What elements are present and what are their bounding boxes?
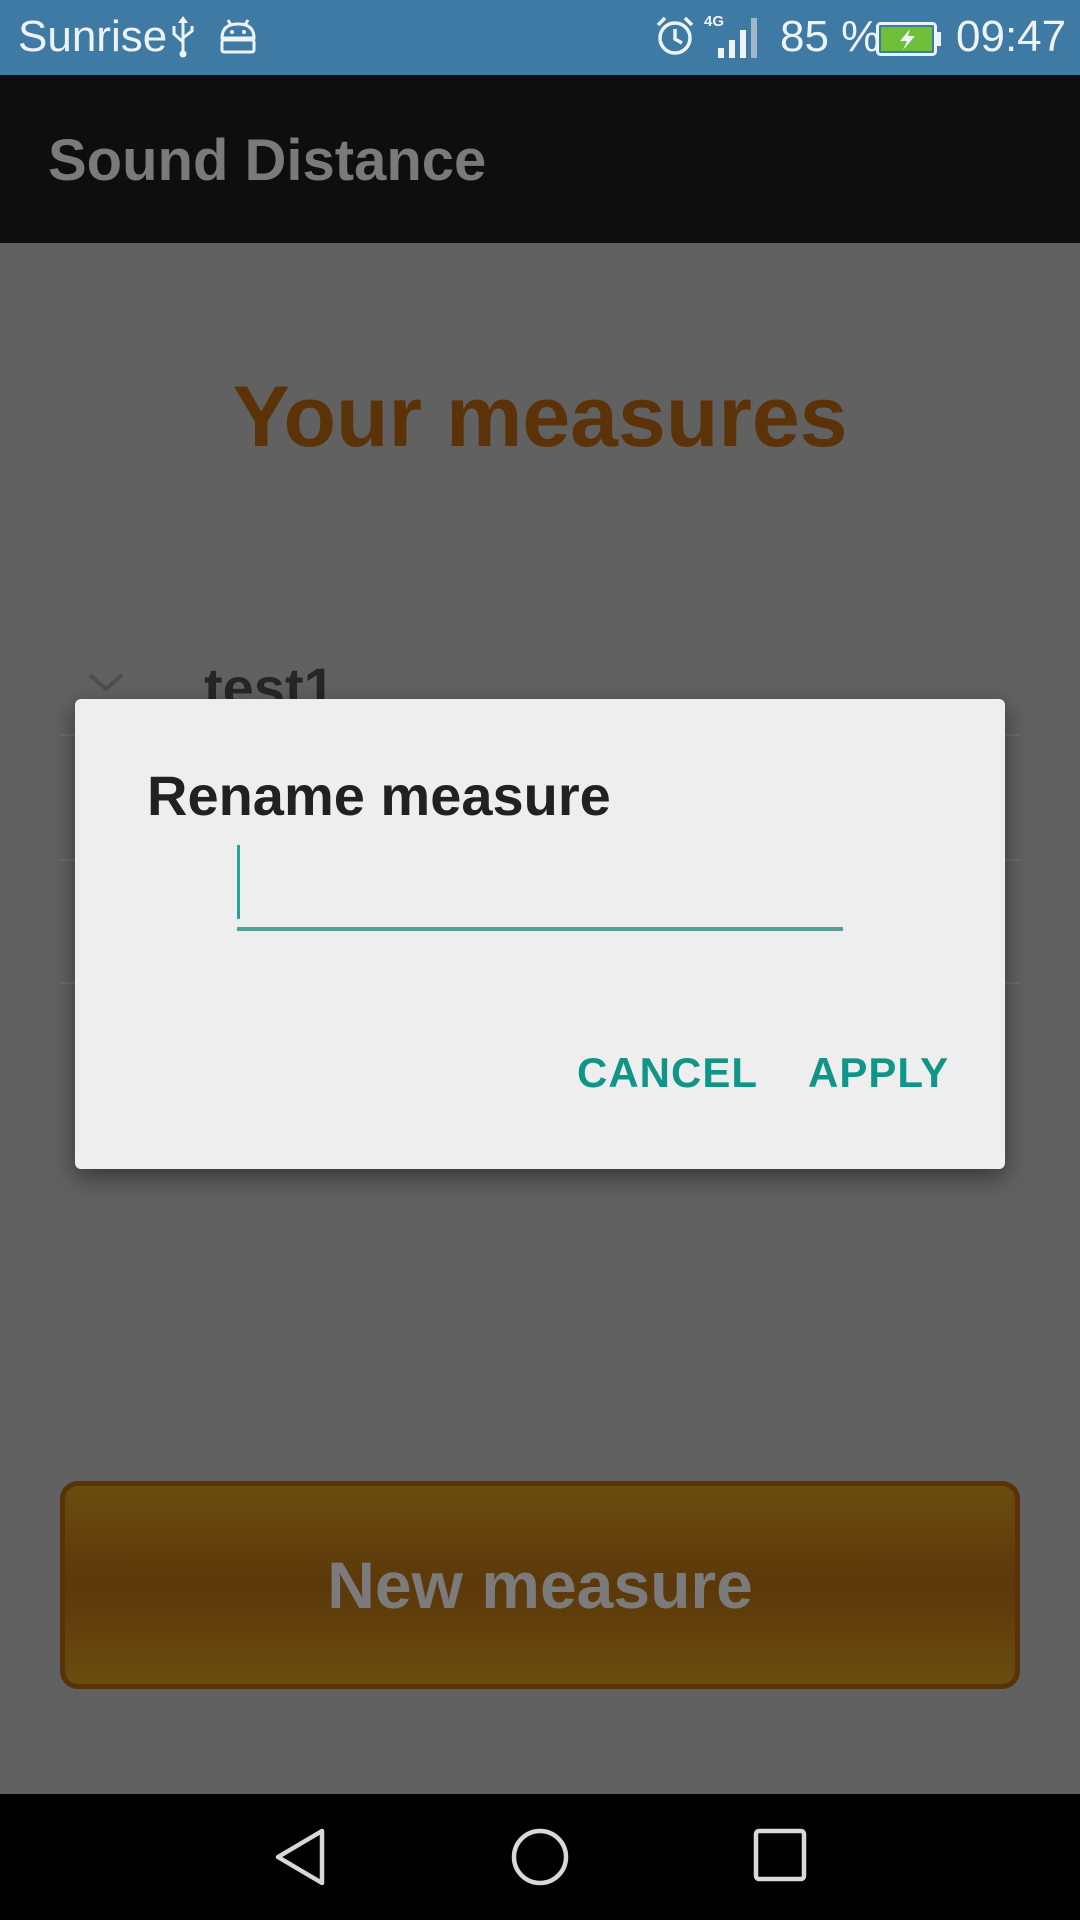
new-measure-label: New measure	[327, 1548, 753, 1622]
recents-icon[interactable]	[752, 1827, 808, 1888]
rename-input[interactable]	[237, 845, 843, 931]
alarm-icon	[654, 15, 696, 62]
signal-icon: 4G	[704, 12, 766, 65]
chevron-down-icon[interactable]	[86, 671, 126, 700]
apply-button[interactable]: APPLY	[808, 1049, 949, 1097]
android-debug-icon	[218, 18, 258, 61]
new-measure-button[interactable]: New measure	[60, 1481, 1020, 1689]
dialog-title: Rename measure	[147, 764, 611, 827]
app-title: Sound Distance	[48, 128, 487, 193]
carrier-name: Sunrise	[18, 12, 168, 61]
rename-dialog: Rename measure CANCEL APPLY	[75, 699, 1005, 1169]
cancel-button[interactable]: CANCEL	[577, 1049, 758, 1097]
battery-charging-icon	[876, 22, 942, 61]
text-cursor	[237, 845, 240, 919]
back-icon[interactable]	[272, 1827, 328, 1892]
clock: 09:47	[956, 12, 1067, 61]
battery-percent: 85 %	[780, 12, 881, 61]
home-icon[interactable]	[510, 1827, 570, 1892]
usb-icon	[170, 16, 196, 63]
navigation-bar	[0, 1794, 1080, 1920]
page-heading: Your measures	[232, 369, 848, 465]
network-type: 4G	[704, 13, 724, 30]
app-bar: Sound Distance	[0, 75, 1080, 243]
status-bar: Sunrise 4G 85 % 09:47	[0, 0, 1080, 75]
